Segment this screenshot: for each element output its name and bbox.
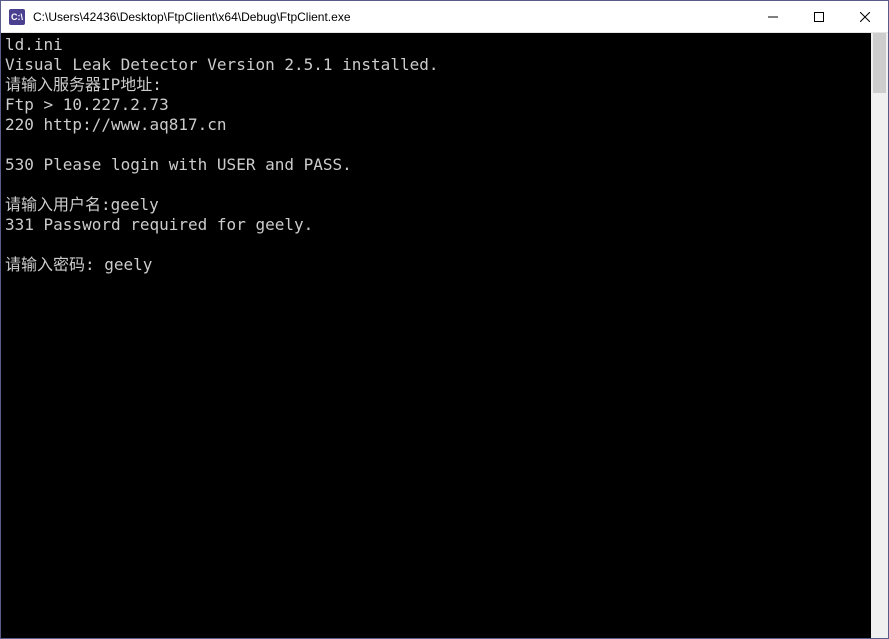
minimize-icon	[768, 12, 778, 22]
window-titlebar: C:\ C:\Users\42436\Desktop\FtpClient\x64…	[1, 1, 888, 33]
console-output[interactable]: ld.ini Visual Leak Detector Version 2.5.…	[1, 33, 871, 638]
close-button[interactable]	[842, 1, 888, 32]
maximize-icon	[814, 12, 824, 22]
close-icon	[860, 12, 870, 22]
scrollbar-thumb[interactable]	[873, 33, 886, 93]
app-icon: C:\	[9, 9, 25, 25]
minimize-button[interactable]	[750, 1, 796, 32]
window-controls	[750, 1, 888, 32]
maximize-button[interactable]	[796, 1, 842, 32]
window-title: C:\Users\42436\Desktop\FtpClient\x64\Deb…	[33, 10, 750, 24]
vertical-scrollbar[interactable]	[871, 33, 888, 638]
console-wrapper: ld.ini Visual Leak Detector Version 2.5.…	[1, 33, 888, 638]
